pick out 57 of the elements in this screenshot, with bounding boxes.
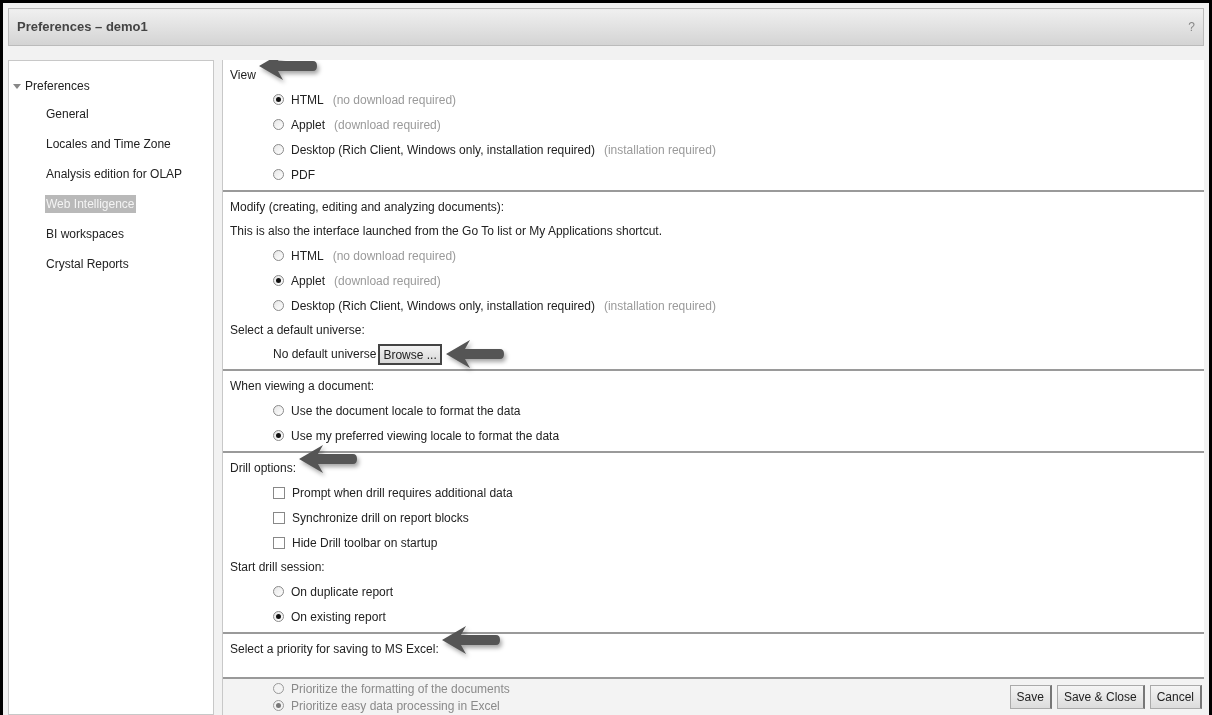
radio-button[interactable] [273, 119, 284, 130]
option-label[interactable]: Hide Drill toolbar on startup [292, 533, 438, 552]
radio-button[interactable] [273, 144, 284, 155]
option-label[interactable]: Use my preferred viewing locale to format the data [291, 426, 560, 445]
radio-button[interactable] [273, 430, 284, 441]
footer-button[interactable]: Save [1009, 685, 1052, 709]
section-label: Start drill session: [230, 559, 325, 576]
footer-button[interactable]: Cancel [1149, 685, 1202, 709]
option-note: (no download required) [332, 247, 457, 265]
checkbox[interactable] [273, 511, 285, 524]
section-label: Modify (creating, editing and analyzing documents): [230, 199, 505, 216]
option-note: (no download required) [332, 91, 457, 109]
section-label: Select a default universe: [230, 322, 365, 339]
section-label: View [230, 66, 256, 84]
option-label[interactable]: On existing report [291, 607, 386, 626]
radio-button[interactable] [273, 586, 284, 597]
radio-button[interactable] [273, 250, 284, 261]
expand-triangle-icon[interactable] [13, 82, 21, 90]
section-label: When viewing a document: [230, 378, 375, 395]
option-label[interactable]: Applet [291, 115, 326, 134]
tree-item[interactable]: Crystal Reports [45, 255, 130, 273]
browse-button[interactable]: Browse ... [378, 343, 442, 365]
option-label[interactable]: PDF [291, 165, 315, 184]
option-note: (download required) [334, 272, 441, 290]
radio-button[interactable] [273, 700, 284, 711]
section-label: Drill options: [230, 459, 297, 477]
option-note: (installation required) [603, 141, 716, 159]
option-label[interactable]: Synchronize drill on report blocks [292, 508, 469, 527]
option-note: (installation required) [603, 297, 716, 315]
window-title: Preferences – demo1 [17, 18, 148, 37]
option-note: (download required) [334, 116, 441, 134]
radio-button[interactable] [273, 94, 284, 105]
option-label[interactable]: Desktop (Rich Client, Windows only, installation required) [291, 140, 595, 159]
option-label[interactable]: HTML [291, 90, 324, 109]
radio-button[interactable] [273, 405, 284, 416]
checkbox[interactable] [273, 486, 285, 499]
option-label[interactable]: Desktop (Rich Client, Windows only, installation required) [291, 296, 595, 315]
tree-item[interactable]: Analysis edition for OLAP [45, 165, 184, 183]
option-label[interactable]: On duplicate report [291, 582, 394, 601]
option-label[interactable]: Prompt when drill requires additional data [292, 483, 513, 502]
section-label: Select a priority for saving to MS Excel: [230, 640, 439, 658]
option-label[interactable]: Applet [291, 271, 326, 290]
section-label: This is also the interface launched from the Go To list or My Applications shortcut. [230, 223, 662, 240]
option-label[interactable]: HTML [291, 246, 324, 265]
radio-button[interactable] [273, 275, 284, 286]
footer-button[interactable]: Save & Close [1056, 685, 1145, 709]
tree-item[interactable]: BI workspaces [45, 225, 126, 243]
tree-item[interactable]: Locales and Time Zone [45, 135, 172, 153]
radio-button[interactable] [273, 169, 284, 180]
checkbox[interactable] [273, 536, 285, 549]
radio-button[interactable] [273, 300, 284, 311]
tree-item[interactable]: Preferences [25, 77, 90, 95]
radio-button[interactable] [273, 683, 284, 694]
tree-item[interactable]: General [45, 105, 90, 123]
universe-value: No default universe [273, 346, 377, 363]
radio-button[interactable] [273, 611, 284, 622]
option-label[interactable]: Use the document locale to format the data [291, 401, 521, 420]
